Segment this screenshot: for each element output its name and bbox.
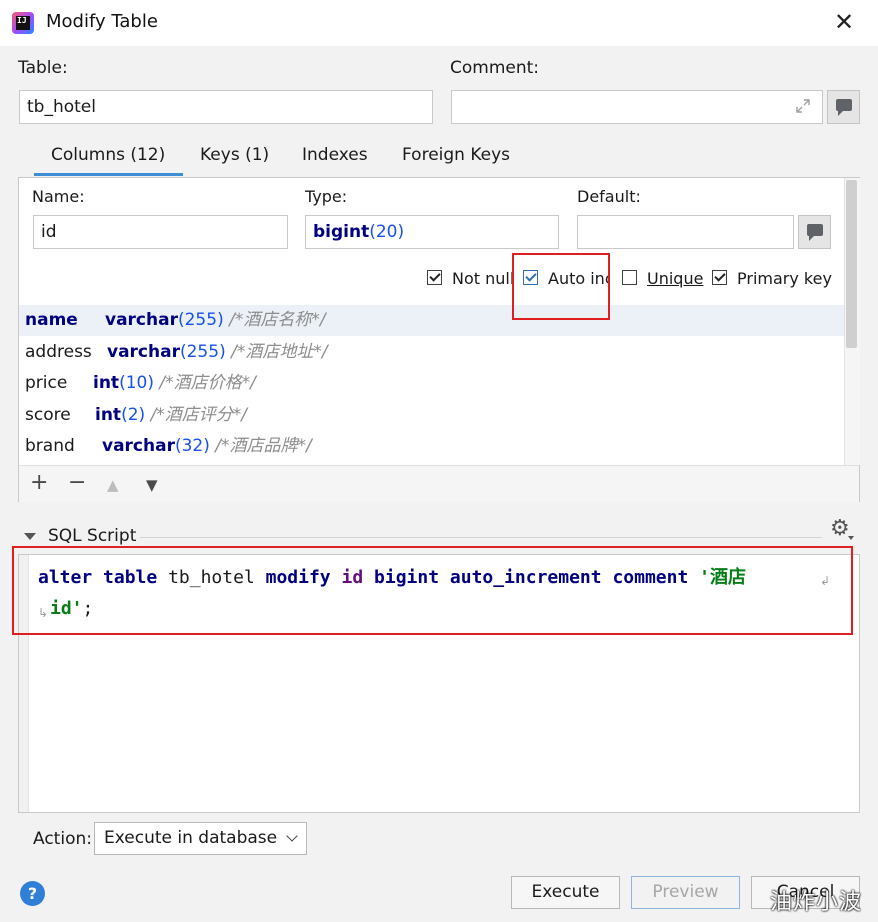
column-row-name[interactable]: name varchar(255) /*酒店名称*/ — [19, 305, 844, 336]
column-row-score[interactable]: score int(2) /*酒店评分*/ — [19, 400, 844, 431]
column-default-input[interactable] — [577, 215, 794, 249]
primary-key-label: Primary key — [737, 269, 832, 288]
tab-foreign-keys[interactable]: Foreign Keys — [402, 145, 510, 165]
sql-script-header[interactable]: SQL Script — [48, 526, 136, 546]
columns-scrollbar-thumb[interactable] — [846, 180, 857, 348]
table-label: Table: — [18, 58, 68, 78]
speech-bubble-icon — [836, 99, 852, 116]
column-name: brand — [25, 436, 75, 456]
column-name-input[interactable]: id — [33, 215, 288, 249]
not-null-checkbox[interactable] — [427, 270, 442, 285]
speech-bubble-icon — [807, 224, 823, 241]
tab-indexes[interactable]: Indexes — [302, 145, 368, 165]
gear-dropdown-icon[interactable] — [848, 536, 854, 540]
column-type: varchar(255) /*酒店名称*/ — [105, 310, 326, 330]
column-type-input[interactable]: bigint(20) — [305, 215, 559, 249]
preview-button[interactable]: Preview — [631, 876, 740, 909]
action-selected-value: Execute in database — [104, 828, 278, 848]
unique-label: Unique — [647, 269, 704, 288]
column-default-label: Default: — [577, 187, 641, 206]
remove-column-icon[interactable]: − — [68, 470, 86, 496]
watermark-text: 油炸小波 — [770, 890, 863, 915]
unique-checkbox[interactable] — [622, 270, 637, 285]
type-keyword: bigint — [313, 222, 370, 242]
column-row-address[interactable]: address varchar(255) /*酒店地址*/ — [19, 337, 844, 368]
comment-label: Comment: — [450, 58, 540, 78]
move-down-icon[interactable]: ▼ — [146, 472, 158, 498]
execute-button[interactable]: Execute — [511, 876, 620, 909]
column-row-brand[interactable]: brand varchar(32) /*酒店品牌*/ — [19, 431, 844, 462]
type-size: (20) — [369, 222, 405, 242]
chevron-down-icon — [286, 830, 298, 842]
column-row-price[interactable]: price int(10) /*酒店价格*/ — [19, 368, 844, 399]
not-null-label: Not null — [452, 269, 512, 288]
column-name: score — [25, 405, 71, 425]
table-name-input[interactable]: tb_hotel — [19, 90, 433, 124]
comment-editor-button[interactable] — [827, 90, 860, 124]
column-type: int(2) /*酒店评分*/ — [95, 405, 248, 425]
column-name-label: Name: — [32, 187, 85, 206]
primary-key-checkbox[interactable] — [712, 270, 727, 285]
gear-icon[interactable]: ⚙ — [830, 516, 850, 541]
collapse-chevron-icon[interactable] — [24, 533, 36, 540]
default-editor-button[interactable] — [798, 215, 831, 249]
add-column-icon[interactable]: + — [30, 470, 48, 496]
expand-icon[interactable] — [795, 98, 811, 114]
sql-highlight-box — [12, 546, 853, 635]
section-divider — [140, 537, 822, 538]
column-name: name — [25, 310, 78, 330]
columns-toolbar — [19, 465, 859, 502]
tab-keys[interactable]: Keys (1) — [200, 145, 269, 165]
column-type-label: Type: — [305, 187, 348, 206]
intellij-app-icon: IJ — [12, 12, 34, 34]
active-tab-indicator — [34, 173, 183, 176]
column-name: address — [25, 342, 92, 362]
window-title: Modify Table — [46, 11, 158, 32]
action-select[interactable]: Execute in database — [94, 822, 307, 855]
move-up-icon[interactable]: ▲ — [107, 472, 119, 498]
close-icon[interactable]: ✕ — [832, 8, 856, 36]
action-label: Action: — [33, 829, 92, 849]
column-type: int(10) /*酒店价格*/ — [93, 373, 256, 393]
auto-increment-highlight-box — [512, 253, 610, 320]
comment-input[interactable] — [451, 90, 823, 124]
column-type: varchar(255) /*酒店地址*/ — [107, 342, 328, 362]
tab-columns[interactable]: Columns (12) — [51, 145, 165, 165]
column-name: price — [25, 373, 68, 393]
help-icon[interactable]: ? — [20, 881, 45, 906]
column-type: varchar(32) /*酒店品牌*/ — [102, 436, 312, 456]
